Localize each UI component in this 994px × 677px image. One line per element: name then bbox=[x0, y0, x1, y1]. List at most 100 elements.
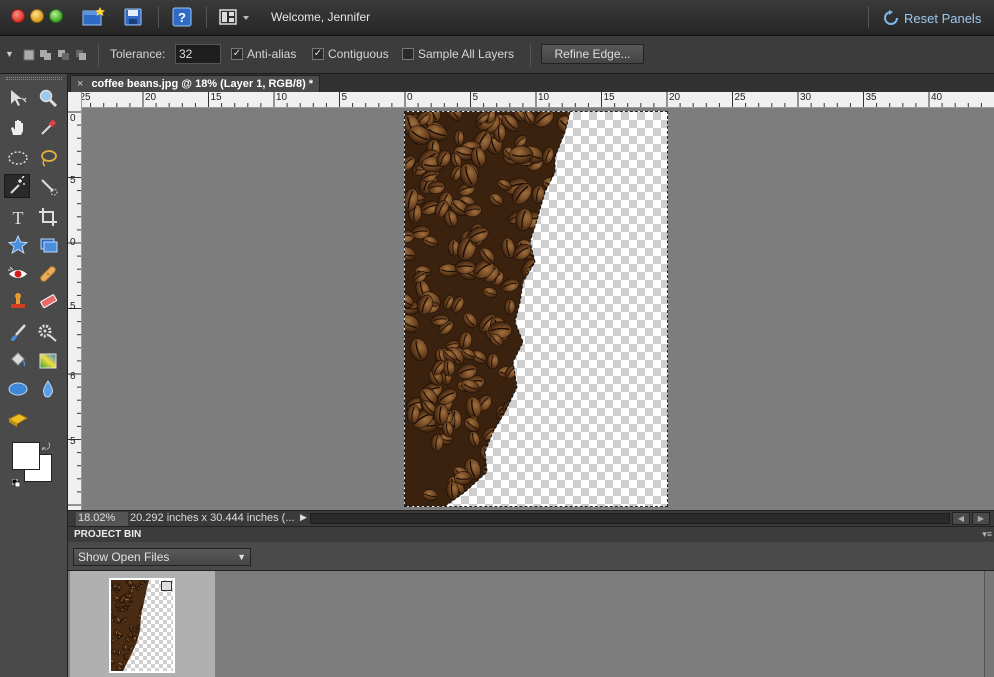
close-document-icon[interactable]: × bbox=[77, 78, 83, 90]
eyedropper-tool[interactable] bbox=[35, 115, 61, 139]
document-canvas[interactable] bbox=[404, 111, 668, 507]
panel-menu-icon[interactable]: ▾≡ bbox=[982, 527, 992, 542]
recompose-icon bbox=[40, 238, 58, 253]
magic-wand-icon bbox=[10, 176, 25, 194]
scroll-left-icon[interactable]: ◀ bbox=[952, 512, 970, 525]
refine-edge-button[interactable]: Refine Edge... bbox=[541, 44, 644, 64]
refresh-icon bbox=[884, 10, 898, 25]
lasso-tool[interactable] bbox=[35, 146, 61, 170]
stamp-icon bbox=[11, 293, 25, 308]
sponge-tool[interactable] bbox=[5, 407, 31, 431]
photoshop-elements-window: ? Welcome, Jennifer Reset Panels ▼ Toler… bbox=[0, 0, 994, 677]
ruler-label: 30 bbox=[800, 92, 812, 103]
toolbar-divider bbox=[158, 6, 159, 28]
arrange-documents-button[interactable] bbox=[218, 6, 254, 28]
open-file-item[interactable] bbox=[70, 571, 215, 677]
welcome-message: Welcome, Jennifer bbox=[271, 10, 371, 24]
title-bar: ? Welcome, Jennifer Reset Panels bbox=[0, 0, 994, 36]
brush-tool[interactable] bbox=[5, 321, 31, 345]
help-button[interactable]: ? bbox=[171, 6, 193, 28]
project-bin-scrollbar[interactable] bbox=[984, 571, 994, 677]
red-eye-tool[interactable] bbox=[5, 262, 31, 286]
zoom-tool[interactable] bbox=[35, 86, 61, 110]
sample-all-layers-option[interactable]: Sample All Layers bbox=[402, 47, 514, 61]
ruler-label: 0 bbox=[70, 237, 76, 248]
reset-panels-label: Reset Panels bbox=[904, 10, 982, 26]
paint-bucket-tool[interactable] bbox=[5, 349, 31, 373]
blur-tool[interactable] bbox=[35, 377, 61, 401]
sponge-icon bbox=[7, 413, 29, 427]
custom-shape-tool[interactable] bbox=[5, 233, 31, 257]
document-tab[interactable]: × coffee beans.jpg @ 18% (Layer 1, RGB/8… bbox=[70, 75, 320, 92]
crop-tool[interactable] bbox=[35, 205, 61, 229]
ruler-label: 6 bbox=[70, 371, 76, 382]
lasso-icon bbox=[41, 150, 57, 167]
ruler-label: 0 bbox=[407, 92, 413, 103]
type-tool[interactable]: T bbox=[5, 205, 31, 229]
ruler-label: 5 bbox=[472, 92, 479, 103]
anti-alias-option[interactable]: ✓ Anti-alias bbox=[231, 47, 296, 61]
vertical-ruler[interactable]: 0 5 0 5 6 5 bbox=[68, 92, 82, 510]
options-divider bbox=[98, 44, 99, 66]
move-arrow-icon bbox=[11, 90, 27, 106]
recompose-tool[interactable] bbox=[35, 233, 61, 257]
tool-options-bar: ▼ Tolerance: 32 ✓ Anti-alias ✓ Contiguou… bbox=[0, 36, 994, 74]
document-thumbnail[interactable] bbox=[109, 578, 175, 673]
ruler-label: 0 bbox=[70, 113, 76, 124]
zoom-window-button[interactable] bbox=[49, 9, 63, 23]
canvas-area[interactable] bbox=[82, 108, 994, 510]
selection-mode-buttons bbox=[22, 46, 92, 64]
quick-selection-tool[interactable] bbox=[35, 174, 61, 198]
help-icon: ? bbox=[172, 7, 192, 27]
sample-all-layers-label: Sample All Layers bbox=[418, 47, 515, 61]
healing-brush-tool[interactable] bbox=[35, 262, 61, 286]
clone-stamp-tool[interactable] bbox=[5, 289, 31, 313]
zoom-level-field[interactable]: 18.02% bbox=[76, 512, 128, 526]
swap-colors-icon[interactable]: ⤾ bbox=[42, 442, 50, 453]
smart-brush-tool[interactable] bbox=[35, 321, 61, 345]
options-divider bbox=[530, 44, 531, 66]
eyedropper-icon bbox=[41, 119, 57, 135]
shape-tool[interactable] bbox=[5, 377, 31, 401]
paintbrush-icon bbox=[11, 324, 26, 341]
gradient-tool[interactable] bbox=[35, 349, 61, 373]
sample-all-layers-checkbox[interactable] bbox=[402, 48, 414, 60]
contiguous-checkbox[interactable]: ✓ bbox=[312, 48, 324, 60]
eraser-tool[interactable] bbox=[35, 289, 61, 313]
anti-alias-checkbox[interactable]: ✓ bbox=[231, 48, 243, 60]
new-file-button[interactable] bbox=[81, 6, 105, 28]
ruler-label: 15 bbox=[603, 92, 615, 103]
marquee-tool[interactable] bbox=[5, 146, 31, 170]
tool-preset-dropdown-icon[interactable]: ▼ bbox=[5, 49, 14, 59]
tolerance-input[interactable]: 32 bbox=[175, 44, 221, 64]
horizontal-scrollbar[interactable] bbox=[310, 513, 950, 524]
save-button[interactable] bbox=[122, 6, 144, 28]
color-swatches: ⤾ bbox=[11, 442, 52, 488]
reset-panels-button[interactable]: Reset Panels bbox=[883, 8, 981, 28]
elliptical-marquee-icon bbox=[8, 151, 28, 165]
scroll-right-icon[interactable]: ▶ bbox=[972, 512, 990, 525]
contiguous-option[interactable]: ✓ Contiguous bbox=[312, 47, 389, 61]
project-bin-title: PROJECT BIN bbox=[74, 529, 142, 540]
layout-grid-icon bbox=[219, 9, 249, 25]
gradient-icon bbox=[39, 353, 57, 369]
foreground-color-swatch[interactable] bbox=[12, 442, 40, 470]
new-file-icon bbox=[82, 7, 105, 26]
status-menu-arrow-icon[interactable]: ▶ bbox=[300, 512, 307, 523]
close-window-button[interactable] bbox=[11, 9, 25, 23]
magic-wand-tool[interactable] bbox=[4, 174, 30, 198]
toolbox-grip[interactable] bbox=[6, 77, 62, 80]
toolbox: T ⤾ bbox=[0, 74, 68, 677]
minimize-window-button[interactable] bbox=[30, 9, 44, 23]
move-tool[interactable] bbox=[5, 86, 31, 110]
ruler-label: 5 bbox=[70, 175, 76, 186]
eraser-icon bbox=[40, 294, 58, 309]
water-drop-icon bbox=[43, 380, 53, 398]
default-colors-icon[interactable] bbox=[11, 474, 21, 488]
horizontal-ruler[interactable]: 25 20 15 10 5 0 5 10 15 20 25 30 35 40 bbox=[82, 92, 994, 108]
paint-bucket-icon bbox=[11, 352, 26, 367]
bin-filter-dropdown[interactable]: Show Open Files ▼ bbox=[73, 548, 251, 566]
thumbnail-image bbox=[111, 580, 149, 671]
ruler-label: 5 bbox=[341, 92, 348, 103]
hand-tool[interactable] bbox=[5, 115, 31, 139]
